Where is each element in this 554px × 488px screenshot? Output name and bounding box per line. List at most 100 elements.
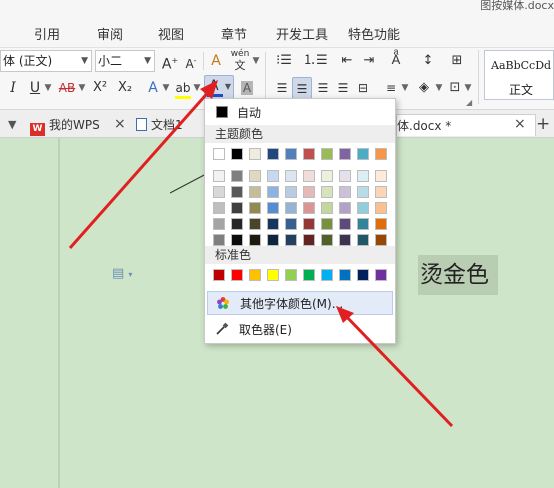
align-center-button[interactable]: ☰	[292, 77, 312, 99]
subscript-button[interactable]: X₂	[115, 77, 135, 99]
standard-color-swatch[interactable]	[375, 269, 387, 281]
theme-color-swatch[interactable]	[339, 218, 351, 230]
theme-color-swatch[interactable]	[375, 170, 387, 182]
tab-scroll-left[interactable]: ▼	[8, 114, 16, 136]
menu-item-developer[interactable]: 开发工具	[276, 24, 328, 43]
theme-color-swatch[interactable]	[285, 234, 297, 246]
tab-my-wps[interactable]: W 我的WPS	[30, 114, 100, 136]
theme-color-swatch[interactable]	[339, 234, 351, 246]
align-left-button[interactable]: ☰	[273, 77, 291, 99]
border-button[interactable]: ⊡	[446, 77, 464, 99]
more-font-colors-item[interactable]: 其他字体颜色(M)...	[207, 291, 393, 315]
shading-button[interactable]: ◈	[414, 77, 434, 99]
theme-color-swatch[interactable]	[321, 148, 333, 160]
standard-color-swatch[interactable]	[213, 269, 225, 281]
char-shading-button[interactable]: A	[238, 77, 256, 99]
paragraph-layout-icon[interactable]: ▤ ▾	[112, 266, 132, 281]
theme-color-swatch[interactable]	[375, 234, 387, 246]
chevron-down-icon[interactable]: ▼	[401, 77, 409, 99]
superscript-button[interactable]: X²	[90, 77, 110, 99]
text-direction-button[interactable]: Aͣ	[383, 50, 409, 72]
theme-color-swatch[interactable]	[339, 170, 351, 182]
align-right-button[interactable]: ☰	[314, 77, 332, 99]
theme-color-swatch[interactable]	[339, 202, 351, 214]
theme-color-swatch[interactable]	[249, 218, 261, 230]
theme-color-swatch[interactable]	[285, 218, 297, 230]
style-normal-button[interactable]: AaBbCcDd 正文	[484, 50, 554, 100]
theme-color-swatch[interactable]	[267, 186, 279, 198]
chevron-down-icon[interactable]: ▼	[78, 77, 86, 99]
text-effect-button[interactable]: A	[144, 77, 162, 99]
selected-document-text[interactable]: 烫金色	[418, 255, 498, 295]
theme-color-swatch[interactable]	[285, 170, 297, 182]
standard-color-swatch[interactable]	[231, 269, 243, 281]
tab-close-icon[interactable]: ×	[514, 114, 526, 134]
underline-button[interactable]: U	[26, 77, 44, 99]
menu-item-chapter[interactable]: 章节	[221, 24, 247, 43]
chevron-down-icon[interactable]: ▼	[464, 77, 472, 99]
theme-color-swatch[interactable]	[303, 170, 315, 182]
theme-color-swatch[interactable]	[303, 202, 315, 214]
theme-color-swatch[interactable]	[339, 186, 351, 198]
tab-document-1[interactable]: 文档1	[136, 114, 183, 136]
justify-button[interactable]: ☰	[334, 77, 352, 99]
theme-color-swatch[interactable]	[303, 186, 315, 198]
theme-color-swatch[interactable]	[267, 148, 279, 160]
new-tab-icon[interactable]: +	[536, 114, 550, 134]
theme-color-swatch[interactable]	[213, 234, 225, 246]
standard-color-swatch[interactable]	[339, 269, 351, 281]
standard-color-swatch[interactable]	[285, 269, 297, 281]
grow-font-button[interactable]: A+	[160, 50, 180, 73]
menu-item-view[interactable]: 视图	[158, 24, 184, 43]
theme-color-swatch[interactable]	[213, 218, 225, 230]
eyedropper-item[interactable]: 取色器(E)	[207, 318, 393, 342]
theme-color-swatch[interactable]	[375, 202, 387, 214]
theme-color-swatch[interactable]	[249, 186, 261, 198]
table-grid-button[interactable]: ⊞	[446, 50, 468, 72]
font-size-combo[interactable]: 小二 ▼	[95, 50, 155, 72]
theme-color-swatch[interactable]	[285, 202, 297, 214]
theme-color-swatch[interactable]	[357, 218, 369, 230]
theme-color-swatch[interactable]	[231, 170, 243, 182]
theme-color-swatch[interactable]	[321, 234, 333, 246]
theme-color-swatch[interactable]	[303, 148, 315, 160]
theme-color-swatch[interactable]	[285, 148, 297, 160]
chevron-down-icon[interactable]: ▼	[193, 77, 201, 99]
theme-color-swatch[interactable]	[231, 218, 243, 230]
theme-color-swatch[interactable]	[321, 170, 333, 182]
paragraph-dialog-launcher[interactable]: ◢	[466, 98, 472, 107]
menu-item-special[interactable]: 特色功能	[348, 24, 400, 43]
theme-color-swatch[interactable]	[357, 170, 369, 182]
theme-color-swatch[interactable]	[231, 234, 243, 246]
theme-color-swatch[interactable]	[357, 186, 369, 198]
chevron-down-icon[interactable]: ▼	[435, 77, 443, 99]
tab-close-icon[interactable]: ×	[114, 114, 126, 134]
theme-color-swatch[interactable]	[249, 202, 261, 214]
standard-color-swatch[interactable]	[267, 269, 279, 281]
theme-color-swatch[interactable]	[213, 170, 225, 182]
theme-color-swatch[interactable]	[249, 234, 261, 246]
standard-color-swatch[interactable]	[249, 269, 261, 281]
theme-color-swatch[interactable]	[249, 170, 261, 182]
theme-color-swatch[interactable]	[213, 186, 225, 198]
theme-color-swatch[interactable]	[339, 148, 351, 160]
theme-color-swatch[interactable]	[357, 234, 369, 246]
standard-color-swatch[interactable]	[303, 269, 315, 281]
strikethrough-button[interactable]: AB	[56, 77, 78, 99]
auto-color-option[interactable]: 自动	[213, 103, 389, 121]
theme-color-swatch[interactable]	[303, 218, 315, 230]
bullet-list-button[interactable]: ⁝☰	[272, 50, 296, 72]
theme-color-swatch[interactable]	[321, 186, 333, 198]
font-name-combo[interactable]: 体 (正文) ▼	[0, 50, 92, 72]
pinyin-guide-button[interactable]: wén 文	[228, 48, 252, 72]
theme-color-swatch[interactable]	[267, 234, 279, 246]
chevron-down-icon[interactable]: ▼	[44, 77, 52, 99]
standard-color-swatch[interactable]	[321, 269, 333, 281]
theme-color-swatch[interactable]	[303, 234, 315, 246]
theme-color-swatch[interactable]	[231, 186, 243, 198]
chevron-down-icon[interactable]: ▼	[162, 77, 170, 99]
theme-color-swatch[interactable]	[213, 148, 225, 160]
theme-color-swatch[interactable]	[375, 148, 387, 160]
increase-indent-button[interactable]: ⇥	[359, 50, 379, 72]
numbered-list-button[interactable]: ⒈☰	[303, 50, 328, 72]
